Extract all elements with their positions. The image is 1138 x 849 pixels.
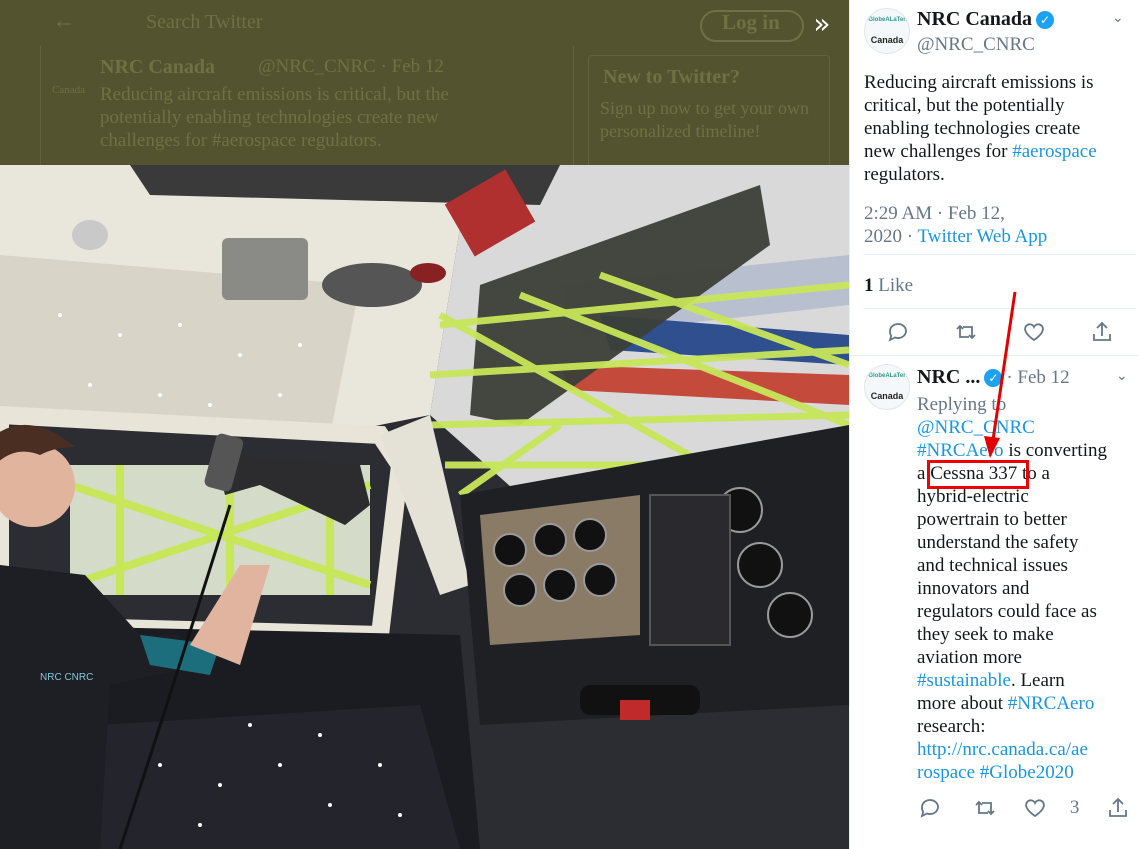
author-name[interactable]: NRC Canada [917, 8, 1032, 30]
reply-link[interactable]: #NRCAero [917, 440, 1004, 461]
reply-text-fragment: is converting [1003, 440, 1107, 461]
reply-text-line: aviation more [917, 646, 1138, 669]
svg-text:NRC CNRC: NRC CNRC [40, 672, 93, 683]
back-arrow-icon: ← [52, 8, 76, 34]
divider [864, 254, 1136, 255]
timestamp-line[interactable]: 2020 · [864, 226, 917, 247]
reply-link[interactable]: #NRCAero [1008, 693, 1095, 714]
hashtag-link[interactable]: #aerospace [1012, 141, 1096, 162]
timestamp-line[interactable]: 2:29 AM · Feb 12, [864, 202, 1047, 225]
background-avatar-caption: Canada [52, 84, 85, 96]
dimmed-background-page: ← Search Twitter Log in Canada NRC Canad… [0, 0, 849, 165]
like-count: 3 [1069, 797, 1080, 818]
reply-text-line: rospace #Globe2020 [917, 761, 1138, 784]
reply-author-name[interactable]: NRC ... [917, 366, 980, 388]
background-search-placeholder: Search Twitter [146, 11, 263, 33]
tweet-text-line: Reducing aircraft emissions is [864, 72, 1094, 93]
reply-text-fragment: hybrid-electric [917, 486, 1029, 507]
highlight-box [927, 460, 1029, 489]
avatar[interactable]: #GlobeALaTerre Canada [864, 364, 910, 410]
tweet-detail-panel: #GlobeALaTerre Canada NRC Canada ✓ @NRC_… [849, 0, 1138, 849]
tweet-text-line: critical, but the potentially [864, 95, 1065, 116]
reply-text-line: regulators could face as [917, 600, 1138, 623]
chevron-down-icon[interactable]: ⌄ [1116, 368, 1128, 384]
reply-author-line[interactable]: NRC ... ✓ · Feb 12 [917, 366, 1070, 389]
replying-to-handle[interactable]: @NRC_CNRC [917, 416, 1138, 439]
reply-text-fragment: understand the safety [917, 532, 1079, 553]
avatar[interactable]: #GlobeALaTerre Canada [864, 8, 910, 54]
background-panel-line: personalized timeline! [600, 121, 761, 141]
like-icon [1025, 799, 1046, 818]
reply-text-fragment: research: [917, 716, 986, 737]
background-tweet-line: challenges for #aerospace regulators. [100, 130, 382, 151]
reply-text-fragment: aviation more [917, 647, 1022, 668]
background-panel-title: New to Twitter? [603, 66, 740, 88]
reply-icon[interactable] [914, 792, 946, 824]
like-count: 1 [864, 275, 874, 296]
retweet-icon[interactable] [969, 792, 1001, 824]
tweet-text: Reducing aircraft emissions is critical,… [864, 71, 1136, 186]
reply-text-fragment: and technical issues [917, 555, 1068, 576]
chevron-down-icon[interactable]: ⌄ [1112, 10, 1124, 26]
reply-text: Replying to @NRC_CNRC #NRCAero is conver… [917, 393, 1138, 784]
avatar-caption: Canada [870, 391, 904, 401]
reply-text-fragment: powertrain to better [917, 509, 1067, 530]
like-button[interactable]: 3 [1023, 792, 1079, 824]
reply-tweet-actions: 3 [914, 792, 1134, 824]
reply-text-line: research: [917, 715, 1138, 738]
background-panel-line: Sign up now to get your own [600, 98, 809, 118]
avatar-caption: Canada [870, 35, 904, 45]
share-icon[interactable] [1102, 792, 1134, 824]
source-link[interactable]: Twitter Web App [917, 226, 1047, 247]
reply-text-line: #NRCAero is converting [917, 439, 1138, 462]
reply-text-line: they seek to make [917, 623, 1138, 646]
divider [864, 308, 1136, 309]
reply-text-line: http://nrc.canada.ca/ae [917, 738, 1138, 761]
reply-text-fragment: regulators could face as [917, 601, 1097, 622]
reply-text-fragment: innovators and [917, 578, 1030, 599]
reply-date[interactable]: · Feb 12 [1006, 367, 1069, 388]
reply-text-fragment: they seek to make [917, 624, 1054, 645]
reply-link[interactable]: http://nrc.canada.ca/ae [917, 739, 1088, 760]
background-tweet-handle-date: @NRC_CNRC · Feb 12 [258, 56, 444, 77]
reply-text-line: innovators and [917, 577, 1138, 600]
reply-text-line: and technical issues [917, 554, 1138, 577]
background-tweet-name: NRC Canada [100, 56, 216, 78]
background-login-label: Log in [722, 10, 780, 34]
reply-icon[interactable] [882, 316, 914, 348]
background-tweet-line: Reducing aircraft emissions is critical,… [100, 84, 449, 105]
media-viewer: ← Search Twitter Log in Canada NRC Canad… [0, 0, 849, 849]
verified-icon: ✓ [1036, 11, 1055, 29]
like-icon[interactable] [1018, 316, 1050, 348]
background-tweet-line: potentially enabling technologies create… [100, 107, 439, 128]
reply-link[interactable]: #sustainable [917, 670, 1011, 691]
avatar-caption: #GlobeALaTerre [865, 17, 910, 23]
reply-link[interactable]: rospace #Globe2020 [917, 762, 1074, 783]
verified-icon: ✓ [984, 369, 1003, 387]
tweet-text-line: regulators. [864, 164, 945, 185]
tweet-photo-cockpit[interactable]: NRC CNRC [0, 165, 849, 849]
tweet-text-fragment: new challenges for [864, 141, 1013, 162]
author-line[interactable]: NRC Canada ✓ [917, 8, 1055, 31]
reply-text-line: powertrain to better [917, 508, 1138, 531]
expand-icon[interactable]: » [804, 6, 840, 42]
divider [850, 355, 1138, 356]
tweet-text-line: enabling technologies create [864, 118, 1081, 139]
author-handle[interactable]: @NRC_CNRC [917, 34, 1035, 56]
retweet-icon[interactable] [950, 316, 982, 348]
like-stat[interactable]: 1 Like [864, 274, 913, 297]
reply-text-fragment: . Learn [1010, 670, 1065, 691]
reply-text-line: more about #NRCAero [917, 692, 1138, 715]
tweet-timestamp: 2:29 AM · Feb 12, 2020 · Twitter Web App [864, 202, 1047, 248]
reply-text-line: #sustainable. Learn [917, 669, 1138, 692]
tweet-text-line: new challenges for #aerospace [864, 140, 1136, 163]
reply-text-fragment: more about [917, 693, 1008, 714]
reply-text-line: understand the safety [917, 531, 1138, 554]
replying-to-label: Replying to [917, 394, 1007, 415]
avatar-caption: #GlobeALaTerre [865, 373, 910, 379]
share-icon[interactable] [1086, 316, 1118, 348]
main-tweet-actions [882, 316, 1118, 348]
like-label: Like [873, 275, 914, 296]
